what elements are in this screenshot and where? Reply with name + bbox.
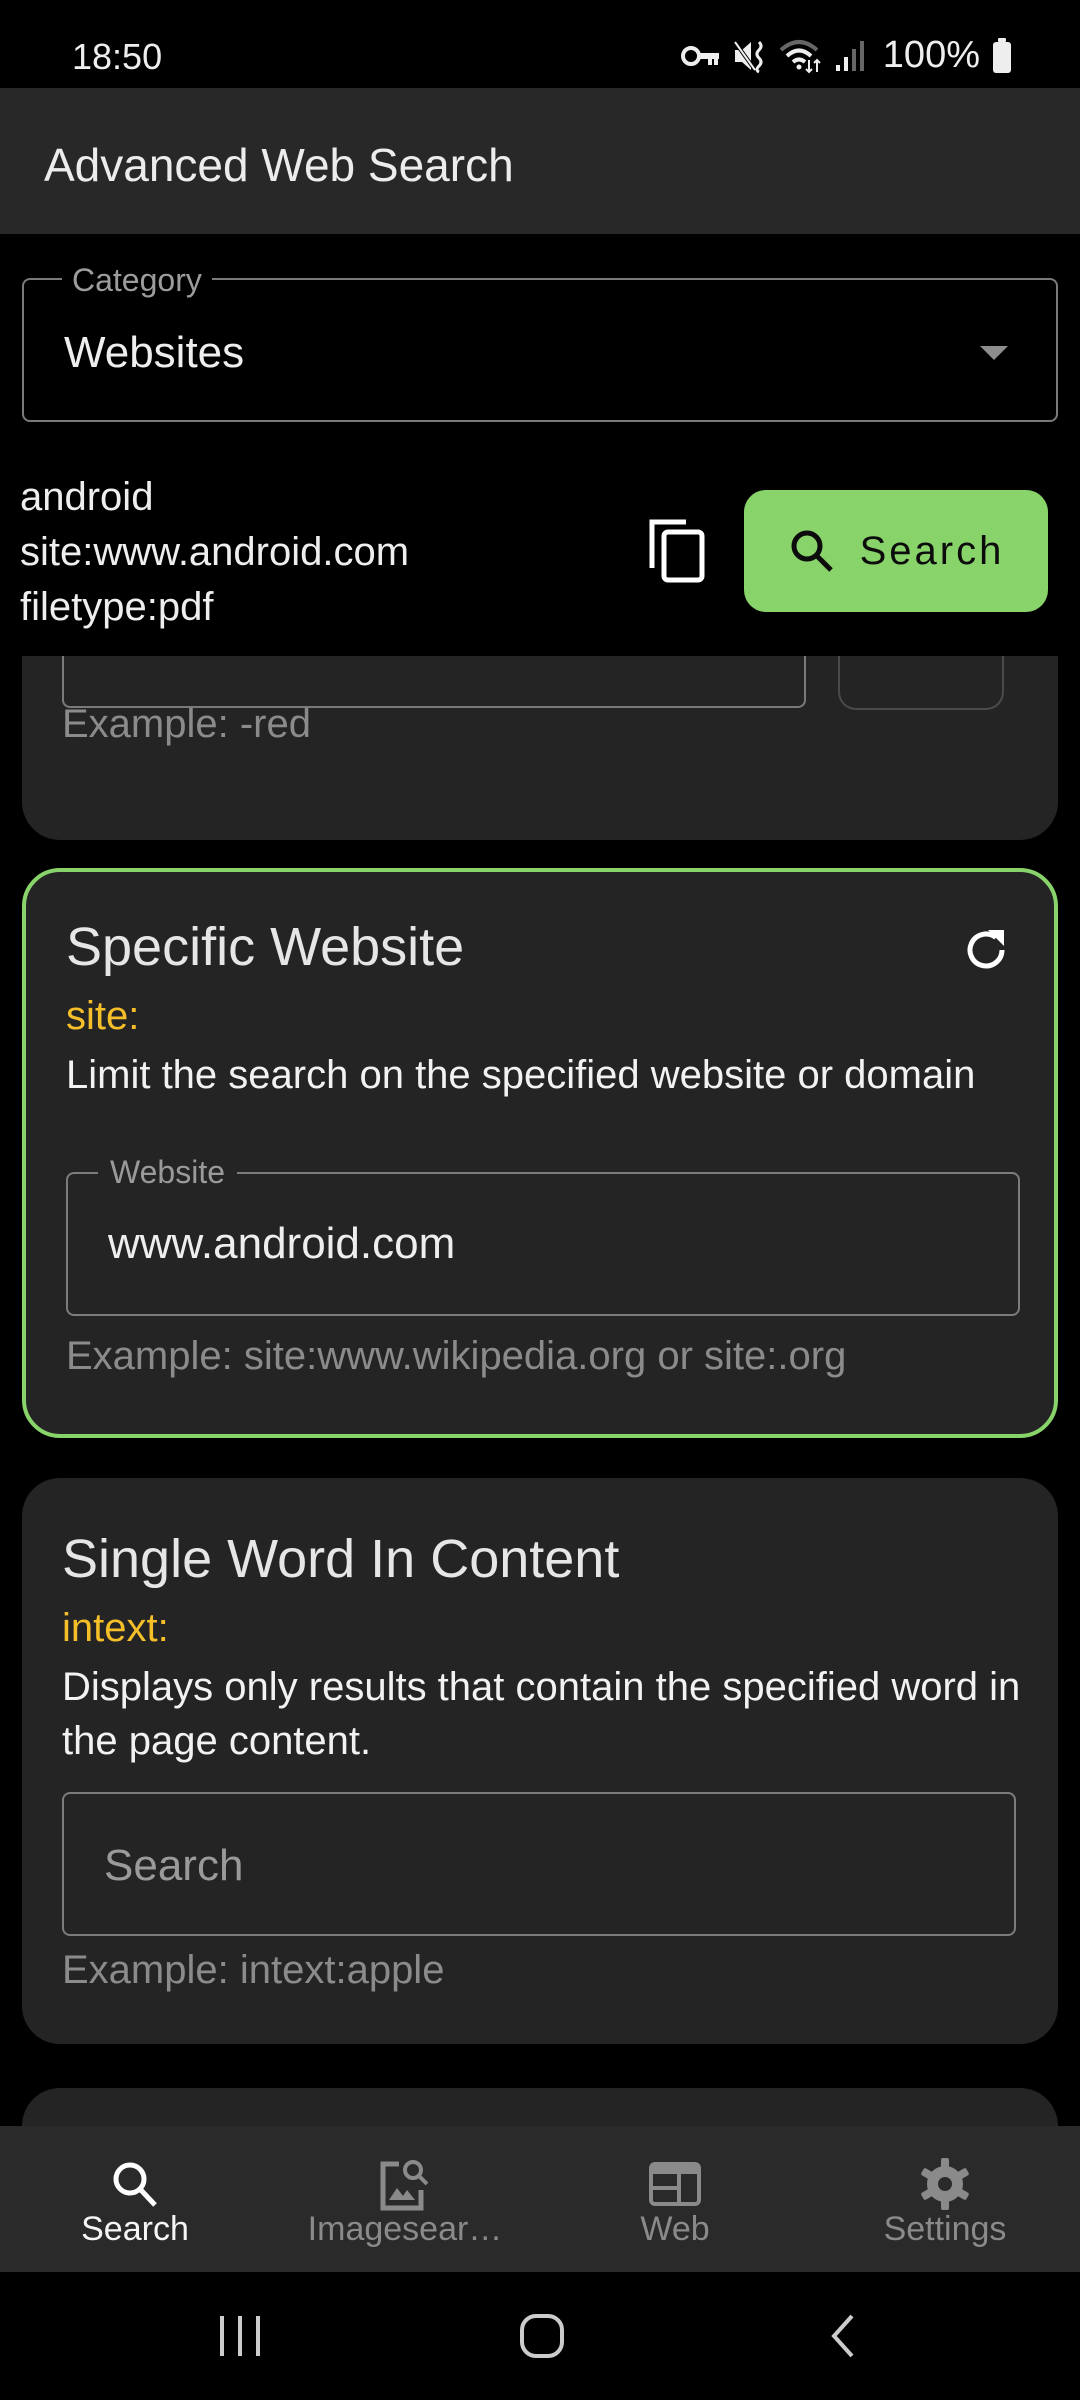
- signal-icon: [835, 40, 864, 71]
- system-nav-bar: [0, 2272, 1080, 2400]
- reset-button[interactable]: [958, 922, 1014, 978]
- card-title: Single Word In Content: [62, 1529, 620, 1589]
- operator-card-next: [22, 2088, 1058, 2126]
- exclude-input[interactable]: [62, 656, 806, 708]
- search-icon: [791, 530, 833, 572]
- operator-card-intext: Single Word In Content intext: Displays …: [22, 1478, 1058, 2044]
- operator-list[interactable]: Example: -red Specific Website site: Lim…: [0, 656, 1080, 2126]
- search-icon: [113, 2162, 157, 2207]
- category-value: Websites: [64, 328, 245, 377]
- dropdown-arrow-icon: [980, 346, 1008, 360]
- copy-icon: [649, 519, 705, 583]
- battery-icon: [993, 37, 1011, 73]
- app-title: Advanced Web Search: [44, 139, 514, 191]
- intext-field[interactable]: [62, 1792, 1016, 1936]
- search-button[interactable]: Search: [744, 490, 1048, 612]
- nav-label: Web: [640, 2210, 710, 2248]
- back-icon[interactable]: [828, 2312, 858, 2360]
- bottom-nav: Search Imagesear… Web Settings: [0, 2126, 1080, 2272]
- exclude-side-field[interactable]: [838, 656, 1004, 710]
- card-operator: intext:: [62, 1606, 169, 1650]
- operator-card-site: Specific Website site: Limit the search …: [22, 868, 1058, 1438]
- nav-tab-settings[interactable]: Settings: [810, 2126, 1080, 2272]
- card-example: Example: intext:apple: [62, 1948, 445, 1992]
- card-example: Example: -red: [62, 702, 311, 746]
- card-description: Displays only results that contain the s…: [62, 1665, 1021, 1763]
- category-dropdown[interactable]: Category Websites: [22, 262, 1058, 422]
- gear-icon: [921, 2158, 969, 2210]
- nav-label: Imagesear…: [307, 2210, 503, 2248]
- battery-percent: 100%: [882, 34, 980, 76]
- search-button-label: Search: [859, 528, 1005, 573]
- website-field-label: Website: [98, 1154, 238, 1191]
- app-bar: Advanced Web Search: [0, 88, 1080, 234]
- card-title: Specific Website: [66, 917, 465, 977]
- status-icons: 100%: [680, 34, 1012, 77]
- mute-vibrate-icon: [733, 40, 763, 73]
- nav-label: Settings: [883, 2210, 1007, 2248]
- vpn-key-icon: [680, 45, 719, 66]
- operator-card-exclude: Example: -red: [22, 656, 1058, 840]
- intext-input[interactable]: [104, 1838, 964, 1894]
- category-label: Category: [62, 262, 212, 299]
- card-description: Limit the search on the specified websit…: [66, 1053, 976, 1097]
- wifi-icon: [779, 39, 821, 73]
- nav-label: Search: [81, 2210, 189, 2248]
- nav-tab-web[interactable]: Web: [540, 2126, 810, 2272]
- refresh-icon: [967, 930, 1005, 969]
- website-field[interactable]: Website: [66, 1154, 1020, 1316]
- card-operator: site:: [66, 994, 140, 1038]
- image-search-icon: [380, 2160, 429, 2211]
- card-example: Example: site:www.wikipedia.org or site:…: [66, 1334, 847, 1378]
- website-input[interactable]: [108, 1216, 968, 1272]
- recent-apps-icon[interactable]: [218, 2312, 262, 2360]
- status-bar: 18:50 100%: [0, 0, 1080, 88]
- home-icon[interactable]: [518, 2312, 566, 2360]
- nav-tab-imagesearch[interactable]: Imagesear…: [270, 2126, 540, 2272]
- status-time: 18:50: [72, 36, 163, 77]
- copy-button[interactable]: [648, 518, 710, 584]
- nav-tab-search[interactable]: Search: [0, 2126, 270, 2272]
- web-icon: [649, 2162, 701, 2206]
- query-preview: android site:www.android.com filetype:pd…: [20, 475, 410, 629]
